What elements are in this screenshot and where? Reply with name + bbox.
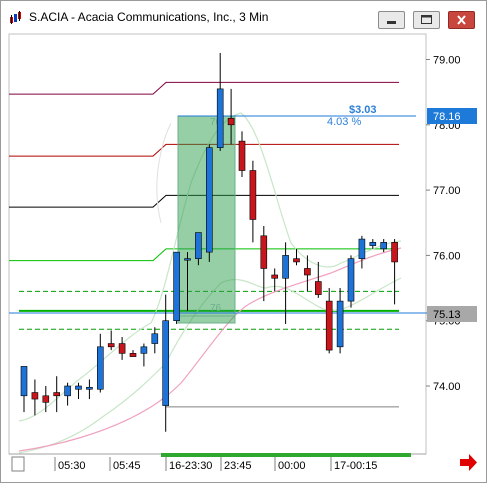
time-tick-label: 05:30	[58, 460, 86, 472]
candle-body	[42, 395, 50, 403]
candle-body	[271, 274, 279, 279]
current-price-label: 78.16	[433, 111, 461, 123]
chart-app-icon	[9, 11, 23, 25]
close-icon	[457, 15, 466, 25]
title-bar[interactable]: S.ACIA - Acacia Communications, Inc., 3 …	[1, 1, 486, 33]
price-tick-label: 77.00	[433, 185, 461, 197]
time-tick-label: 16-23:30	[169, 460, 212, 472]
time-axis-toggle[interactable]	[11, 456, 25, 472]
time-tick-label: 17-00:15	[334, 460, 377, 472]
candle-body	[129, 353, 137, 357]
candle-body	[380, 242, 388, 250]
price-axis[interactable]: 79.0078.0077.0076.0075.0074.00	[426, 55, 461, 394]
candle-body	[75, 385, 82, 390]
measure-change-label: $3.03	[349, 104, 377, 116]
reference-price-tag: 75.13	[427, 306, 477, 322]
close-button[interactable]	[448, 11, 475, 29]
candle-body	[260, 235, 268, 269]
candle-body	[282, 255, 289, 279]
time-tick-label: 23:45	[224, 460, 252, 472]
candle-body	[216, 88, 224, 148]
candle-body	[97, 346, 104, 390]
candle-body	[249, 170, 257, 220]
restore-button[interactable]	[413, 11, 440, 29]
candle-body	[227, 117, 235, 126]
candle-body	[304, 268, 311, 276]
price-chart[interactable]: 79.0078.0077.0076.0075.0074.00 $3.03 4.0…	[1, 33, 486, 482]
candle-body	[53, 392, 61, 397]
price-tick-label: 74.00	[433, 381, 461, 393]
minimize-icon	[387, 21, 396, 24]
candle-body	[293, 258, 300, 263]
candle-body	[107, 343, 115, 348]
current-price-tag: 78.16	[427, 108, 477, 124]
price-tick-label: 79.00	[433, 55, 461, 67]
candle-body	[140, 346, 148, 354]
candle[interactable]	[206, 144, 213, 262]
candle[interactable]	[347, 255, 355, 308]
candle-body	[358, 238, 366, 259]
candle-body	[184, 258, 191, 261]
minimize-button[interactable]	[378, 11, 405, 29]
candle-body	[336, 300, 344, 348]
candle[interactable]	[173, 251, 180, 324]
candle-body	[391, 242, 398, 263]
time-tick-label: 00:00	[278, 460, 306, 472]
candle-body	[369, 242, 377, 246]
candle-body	[118, 343, 126, 354]
time-axis[interactable]: 05:30 05:45 16-23:30 23:45 00:00 17-00:15	[9, 453, 426, 472]
candle-body	[151, 333, 159, 344]
price-tick-label: 76.00	[433, 250, 461, 262]
window-title: S.ACIA - Acacia Communications, Inc., 3 …	[29, 10, 269, 24]
candle-body	[206, 147, 213, 253]
candle-body	[173, 251, 180, 321]
candle-body	[162, 320, 169, 406]
restore-icon	[421, 15, 432, 24]
candle-body	[195, 232, 202, 259]
time-tick-label: 05:45	[113, 460, 141, 472]
candle-body	[64, 385, 71, 397]
candle-body	[31, 392, 39, 400]
candle-body	[20, 366, 28, 397]
reference-price-label: 75.13	[433, 309, 461, 321]
candle-body	[325, 300, 333, 351]
measure-percent-label: 4.03 %	[327, 116, 361, 128]
candle-body	[238, 140, 246, 171]
measure-bars-end: 76	[210, 303, 222, 314]
scroll-right-arrow-icon[interactable]	[460, 454, 477, 471]
candle-body	[314, 281, 322, 295]
candle-body	[86, 387, 93, 390]
candle-body	[347, 258, 355, 302]
chart-window: S.ACIA - Acacia Communications, Inc., 3 …	[0, 0, 487, 483]
